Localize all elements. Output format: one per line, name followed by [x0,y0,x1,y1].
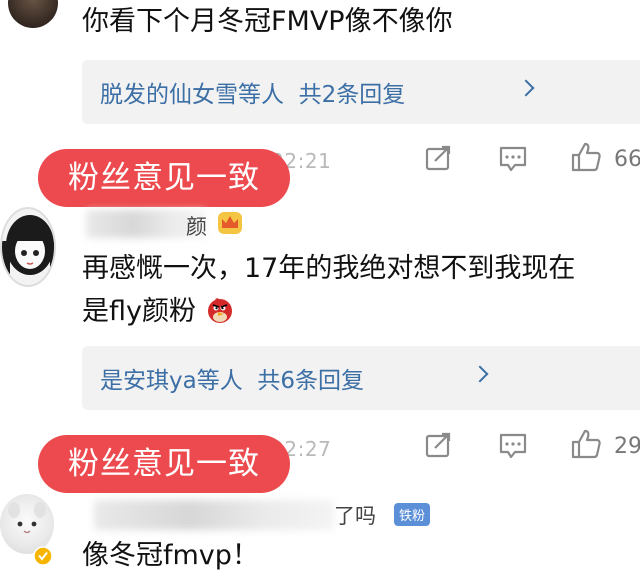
fan-consensus-banner: 粉丝意见一致 [38,149,290,207]
replies-preview[interactable]: 是安琪ya等人 共6条回复 [82,346,640,410]
comment-text-line1: 再感慨一次，17年的我绝对想不到我现在 [82,253,576,284]
share-icon[interactable] [424,144,454,172]
avatar[interactable] [0,207,56,287]
replies-label: 是安琪ya等人 共6条回复 [100,361,364,395]
blurred-username [94,500,334,530]
like-count: 29 [614,434,640,459]
comment-text-line2: 是fly颜粉 [82,294,235,330]
comment-text-line2-content: 是fly颜粉 [82,296,196,327]
comment-text: 你看下个月冬冠FMVP像不像你 [82,6,453,37]
angry-bird-emoji-icon [207,298,232,323]
chevron-right-icon [471,365,489,383]
share-icon[interactable] [424,431,454,459]
comment-text: 像冬冠fmvp！ [82,540,259,571]
iron-fan-badge: 铁粉 [394,503,431,526]
reply-count: 共6条回复 [257,368,364,394]
cat-avatar-icon [8,502,46,534]
like-icon[interactable] [570,141,602,173]
fan-consensus-banner: 粉丝意见一致 [38,435,290,493]
replies-preview[interactable]: 脱发的仙女雪等人 共2条回复 [82,60,640,124]
crown-badge-icon [218,212,242,234]
avatar[interactable] [0,494,54,554]
reply-users: 脱发的仙女雪等人 [100,82,284,108]
chevron-right-icon [517,79,535,97]
replies-label: 脱发的仙女雪等人 共2条回复 [100,75,405,109]
comment-icon[interactable] [498,432,528,460]
reply-users: 是安琪ya等人 [100,368,243,394]
verified-badge-icon [33,546,53,566]
like-count: 66 [614,147,640,172]
username-tail: 颜 [186,215,207,239]
anime-girl-icon [2,215,54,281]
like-icon[interactable] [570,428,602,460]
reply-count: 共2条回复 [298,82,406,108]
username-tail: 了吗 [334,504,376,528]
avatar[interactable] [8,0,58,28]
comment-icon[interactable] [498,145,528,173]
